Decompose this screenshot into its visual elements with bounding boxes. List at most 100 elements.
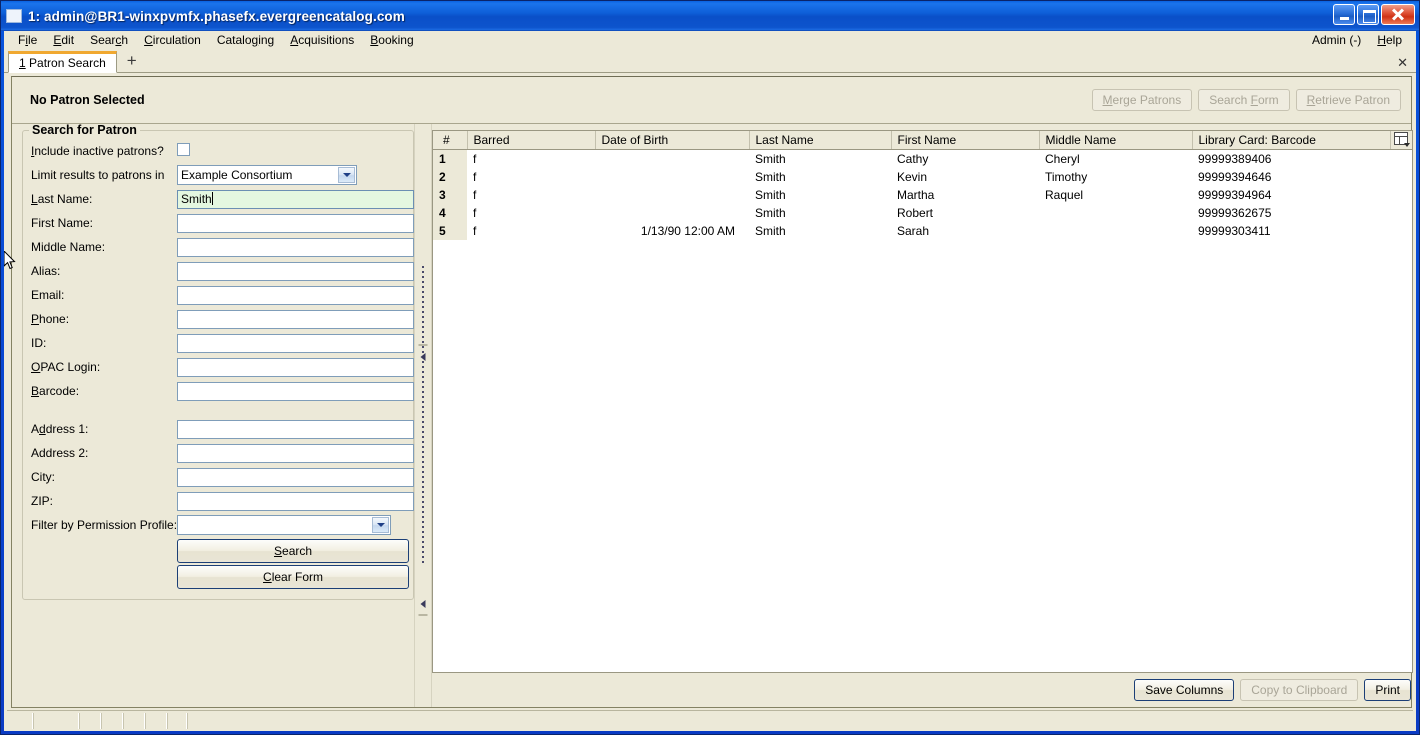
zip-input[interactable] [177, 491, 414, 511]
opac-login-input[interactable] [177, 357, 414, 377]
print-button[interactable]: Print [1364, 679, 1411, 701]
cell-date-of-birth: 1/13/90 12:00 AM [640, 223, 735, 238]
results-grid-header: # Barred Date of Birth Last Name First Name M… [433, 131, 1412, 150]
table-row[interactable]: 5 f 1/13/90 12:00 AM Smith Sarah 99999303411 [433, 221, 1412, 240]
form-row-address-1: Address 1: [31, 417, 414, 441]
minimize-button[interactable] [1333, 4, 1355, 25]
maximize-button[interactable] [1357, 4, 1379, 25]
cell-row-number: 2 [433, 167, 467, 186]
chevron-down-icon [372, 517, 390, 533]
column-header-middle-name[interactable]: Middle Name [1039, 131, 1193, 150]
menu-item-edit[interactable]: Edit [45, 32, 82, 49]
menu-item-circulation[interactable]: Circulation [136, 32, 209, 49]
cell-spacer [1390, 204, 1412, 222]
application-window: 1: admin@BR1-winxpvmfx.phasefx.evergreen… [0, 0, 1420, 735]
email-input[interactable] [177, 285, 414, 305]
save-columns-button[interactable]: Save Columns [1134, 679, 1235, 701]
clear-form-button[interactable]: Clear Form [177, 565, 410, 589]
close-button[interactable] [1381, 4, 1415, 25]
menu-item-booking[interactable]: Booking [362, 32, 421, 49]
limit-results-select[interactable]: Example Consortium [177, 165, 358, 185]
splitter-cap-bottom [418, 614, 428, 616]
cell-spacer [1390, 168, 1412, 186]
menu-item-cataloging[interactable]: Cataloging [209, 32, 282, 49]
form-row-zip: ZIP: [31, 489, 414, 513]
new-tab-icon[interactable]: + [121, 51, 143, 71]
form-row-barcode: Barcode: [31, 379, 414, 403]
last-name-input[interactable]: Smith [177, 189, 414, 209]
grid-empty-space [433, 239, 1412, 672]
cell-last-name: Smith [755, 187, 786, 202]
tab-patron-search[interactable]: 1 Patron Search [8, 51, 117, 73]
address-1-label: Address 1: [31, 422, 89, 436]
status-cell-2 [33, 713, 79, 729]
cell-row-number: 5 [433, 221, 467, 240]
menu-item-admin[interactable]: Admin (-) [1304, 32, 1369, 49]
tab-strip: 1 Patron Search + ✕ [4, 50, 1416, 73]
copy-to-clipboard-button: Copy to Clipboard [1240, 679, 1359, 701]
cell-library-card-barcode: 99999394964 [1198, 187, 1272, 202]
search-form-panel: Search for Patron Include inactive patro… [12, 124, 414, 707]
column-header-first-name[interactable]: First Name [891, 131, 1040, 150]
address-2-label: Address 2: [31, 446, 89, 460]
form-row-city: City: [31, 465, 414, 489]
close-tab-icon[interactable]: ✕ [1397, 56, 1408, 69]
cell-date-of-birth [595, 204, 749, 222]
form-row-first-name: First Name: [31, 211, 414, 235]
chevron-down-icon [338, 167, 356, 183]
address-1-input[interactable] [177, 419, 414, 439]
barcode-input[interactable] [177, 381, 414, 401]
column-header-last-name[interactable]: Last Name [749, 131, 892, 150]
window-title: 1: admin@BR1-winxpvmfx.phasefx.evergreen… [28, 8, 405, 24]
header-row: # Barred Date of Birth Last Name First Name M… [433, 131, 1412, 150]
cell-library-card-barcode: 99999394646 [1198, 169, 1272, 184]
cell-barred: f [473, 205, 477, 220]
column-header-barred[interactable]: Barred [467, 131, 596, 150]
status-bar [7, 710, 1413, 731]
table-row[interactable]: 4 f Smith Robert 99999362675 [433, 203, 1412, 222]
status-cell-1 [7, 713, 33, 729]
table-row[interactable]: 3 f Smith Martha Raquel 99999394964 [433, 185, 1412, 204]
include-inactive-checkbox[interactable] [177, 143, 191, 156]
id-input[interactable] [177, 333, 414, 353]
cell-spacer [1390, 186, 1412, 204]
menu-item-file[interactable]: File [10, 32, 45, 49]
cell-spacer [1390, 222, 1412, 240]
phone-input[interactable] [177, 309, 414, 329]
cell-middle-name [1039, 204, 1192, 222]
city-input[interactable] [177, 467, 414, 487]
panel-splitter[interactable] [414, 124, 432, 707]
column-header-library-card-barcode[interactable]: Library Card: Barcode [1192, 131, 1391, 150]
column-header-[interactable]: # [433, 131, 468, 150]
alias-input[interactable] [177, 261, 414, 281]
splitter-cap-top [418, 344, 428, 346]
cell-middle-name [1039, 222, 1192, 240]
table-row[interactable]: 1 f Smith Cathy Cheryl 99999389406 [433, 149, 1412, 168]
form-row-middle-name: Middle Name: [31, 235, 414, 259]
cell-last-name: Smith [755, 205, 786, 220]
cell-first-name: Robert [897, 205, 934, 220]
form-row-clear-button: Clear Form [31, 563, 414, 589]
status-cell-message [187, 713, 1413, 729]
cell-last-name: Smith [755, 151, 786, 166]
cell-first-name: Cathy [897, 151, 929, 166]
cell-row-number: 1 [433, 149, 467, 168]
retrieve-patron-button: Retrieve Patron [1295, 89, 1401, 111]
splitter-collapse-left-icon[interactable] [419, 352, 428, 361]
form-row-phone: Phone: [31, 307, 414, 331]
first-name-input[interactable] [177, 213, 414, 233]
splitter-collapse-left-icon-2[interactable] [419, 599, 428, 608]
id-label: ID: [31, 336, 47, 350]
search-button[interactable]: Search [177, 539, 410, 563]
menu-item-help[interactable]: Help [1369, 32, 1410, 49]
include-inactive-label: Include inactive patrons? [31, 144, 164, 158]
column-picker-icon[interactable] [1390, 131, 1412, 150]
column-header-date-of-birth[interactable]: Date of Birth [595, 131, 750, 150]
address-2-input[interactable] [177, 443, 414, 463]
alias-label: Alias: [31, 264, 61, 278]
permission-profile-select[interactable] [177, 515, 392, 535]
middle-name-input[interactable] [177, 237, 414, 257]
menu-item-acquisitions[interactable]: Acquisitions [282, 32, 362, 49]
table-row[interactable]: 2 f Smith Kevin Timothy 99999394646 [433, 167, 1412, 186]
menu-item-search[interactable]: Search [82, 32, 136, 49]
